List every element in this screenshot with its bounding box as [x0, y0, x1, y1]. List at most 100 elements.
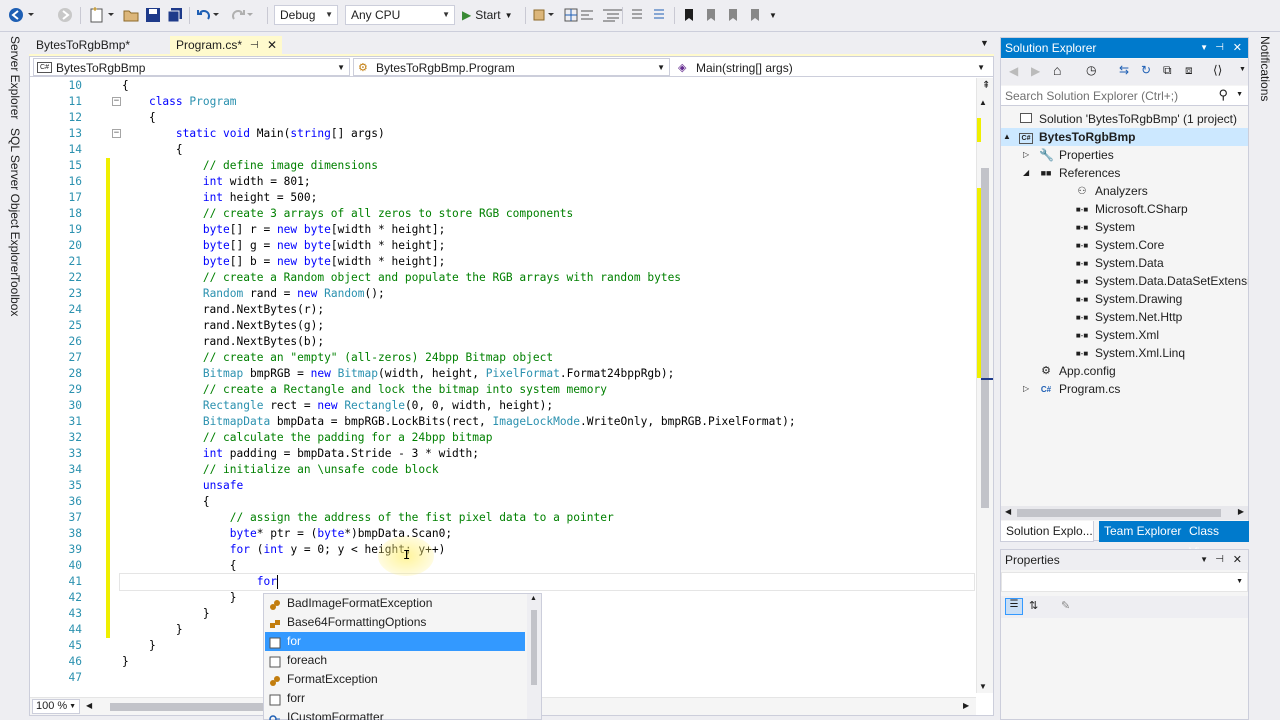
- close-icon[interactable]: ✕: [267, 36, 277, 55]
- start-button[interactable]: ▶ Start ▼: [462, 6, 520, 24]
- tree-item[interactable]: ◢ ■■ References: [1001, 164, 1248, 182]
- collapse-all-icon[interactable]: ⧉: [1163, 63, 1172, 78]
- tab-team-explorer[interactable]: Team Explorer: [1099, 521, 1187, 542]
- code-line[interactable]: 40 {: [30, 558, 976, 574]
- code-line[interactable]: 21 byte[] b = new byte[width * height];: [30, 254, 976, 270]
- prev-bookmark-button[interactable]: [702, 6, 720, 24]
- tree-item[interactable]: ▷ 🔧 Properties: [1001, 146, 1248, 164]
- code-line[interactable]: 35 unsafe: [30, 478, 976, 494]
- code-line[interactable]: 11 − class Program: [30, 94, 976, 110]
- new-project-button[interactable]: [88, 6, 118, 24]
- code-line[interactable]: 36 {: [30, 494, 976, 510]
- tree-item[interactable]: ■-■ System.Data: [1001, 254, 1248, 272]
- search-icon[interactable]: ⚲: [1218, 87, 1228, 103]
- vertical-scrollbar-thumb[interactable]: [981, 168, 989, 508]
- code-line[interactable]: 12 {: [30, 110, 976, 126]
- solution-search-box[interactable]: Search Solution Explorer (Ctrl+;) ⚲ ▼: [1001, 86, 1248, 106]
- code-line[interactable]: 37 // assign the address of the fist pix…: [30, 510, 976, 526]
- code-line[interactable]: 16 int width = 801;: [30, 174, 976, 190]
- completion-scrollbar-thumb[interactable]: [531, 610, 537, 685]
- code-line[interactable]: 29 // create a Rectangle and lock the bi…: [30, 382, 976, 398]
- code-line[interactable]: 13 − static void Main(string[] args): [30, 126, 976, 142]
- tab-class-view[interactable]: Class View: [1184, 521, 1249, 559]
- forward-icon[interactable]: ▶: [1031, 64, 1040, 78]
- history-icon[interactable]: ◷: [1086, 63, 1096, 77]
- code-line[interactable]: 28 Bitmap bmpRGB = new Bitmap(width, hei…: [30, 366, 976, 382]
- tab-list-dropdown[interactable]: ▼: [980, 38, 989, 48]
- tree-item[interactable]: ■-■ System: [1001, 218, 1248, 236]
- code-line[interactable]: 17 int height = 500;: [30, 190, 976, 206]
- redo-button[interactable]: [230, 6, 258, 24]
- open-file-button[interactable]: [122, 6, 140, 24]
- tree-item[interactable]: Solution 'BytesToRgbBmp' (1 project): [1001, 110, 1248, 128]
- collapse-icon[interactable]: ◢: [1023, 164, 1029, 182]
- property-pages-icon[interactable]: ✎: [1061, 599, 1070, 612]
- project-nav-select[interactable]: C# BytesToRgbBmp ▼: [33, 58, 350, 76]
- tree-item[interactable]: ▲ C# BytesToRgbBmp: [1001, 128, 1248, 146]
- back-icon[interactable]: ◀: [1009, 64, 1018, 78]
- overflow-icon[interactable]: ▼: [1239, 66, 1246, 73]
- refresh-icon[interactable]: ↻: [1141, 63, 1151, 77]
- chevron-down-icon[interactable]: ▼: [1200, 38, 1208, 58]
- scroll-right-icon[interactable]: ▶: [963, 701, 969, 710]
- categorized-icon[interactable]: ☰: [1005, 598, 1023, 615]
- tree-item[interactable]: ■-■ Microsoft.CSharp: [1001, 200, 1248, 218]
- scroll-right-icon[interactable]: ▶: [1238, 507, 1244, 516]
- scroll-left-icon[interactable]: ◀: [86, 701, 92, 710]
- doc-tab-program-cs[interactable]: Program.cs* ⊣ ✕: [170, 36, 282, 55]
- code-line[interactable]: 34 // initialize an \unsafe code block: [30, 462, 976, 478]
- code-line[interactable]: 41 for: [69, 573, 975, 591]
- code-line[interactable]: 18 // create 3 arrays of all zeros to st…: [30, 206, 976, 222]
- code-line[interactable]: 23 Random rand = new Random();: [30, 286, 976, 302]
- tree-item[interactable]: ▷ C# Program.cs: [1001, 380, 1248, 398]
- type-nav-select[interactable]: ⚙ BytesToRgbBmp.Program ▼: [353, 58, 670, 76]
- zoom-select[interactable]: 100 % ▼: [32, 699, 80, 714]
- completion-item[interactable]: forr: [265, 689, 525, 708]
- navigate-forward-button[interactable]: [56, 6, 74, 24]
- code-line[interactable]: 33 int padding = bmpData.Stride - 3 * wi…: [30, 446, 976, 462]
- member-nav-select[interactable]: ◈ Main(string[] args) ▼: [673, 58, 990, 76]
- tree-item[interactable]: ■-■ System.Drawing: [1001, 290, 1248, 308]
- vertical-scrollbar[interactable]: ⇞ ▲ ▼: [976, 78, 993, 693]
- next-bookmark-button[interactable]: [724, 6, 742, 24]
- scroll-down-icon[interactable]: ▼: [979, 682, 987, 691]
- code-line[interactable]: 27 // create an "empty" (all-zeros) 24bp…: [30, 350, 976, 366]
- code-line[interactable]: 10 {: [30, 78, 976, 94]
- completion-item[interactable]: ICustomFormatter: [265, 708, 525, 720]
- code-line[interactable]: 30 Rectangle rect = new Rectangle(0, 0, …: [30, 398, 976, 414]
- completion-item[interactable]: BadImageFormatException: [265, 594, 525, 613]
- completion-item[interactable]: FormatException: [265, 670, 525, 689]
- save-all-button[interactable]: [166, 6, 184, 24]
- server-explorer-tab[interactable]: Server Explorer: [8, 36, 22, 119]
- code-line[interactable]: 22 // create a Random object and populat…: [30, 270, 976, 286]
- completion-item[interactable]: for: [265, 632, 525, 651]
- toolbar-overflow-button[interactable]: ▼: [768, 6, 778, 24]
- pin-icon[interactable]: ⊣: [1215, 550, 1224, 570]
- notifications-tab[interactable]: Notifications: [1258, 36, 1272, 101]
- save-button[interactable]: [144, 6, 162, 24]
- undo-button[interactable]: [196, 6, 224, 24]
- pin-icon[interactable]: ⊣: [250, 36, 259, 55]
- code-view-icon[interactable]: ⟨⟩: [1213, 63, 1222, 77]
- chevron-down-icon[interactable]: ▼: [1200, 550, 1208, 570]
- pin-icon[interactable]: ⊣: [1215, 38, 1224, 58]
- code-line[interactable]: 26 rand.NextBytes(b);: [30, 334, 976, 350]
- code-line[interactable]: 24 rand.NextBytes(r);: [30, 302, 976, 318]
- outdent-button[interactable]: [608, 6, 626, 24]
- tree-item[interactable]: ⚙ App.config: [1001, 362, 1248, 380]
- sync-icon[interactable]: ⇆: [1119, 63, 1129, 77]
- scroll-up-icon[interactable]: ▲: [979, 98, 987, 107]
- tree-item[interactable]: ⚇ Analyzers: [1001, 182, 1248, 200]
- tree-item[interactable]: ■-■ System.Net.Http: [1001, 308, 1248, 326]
- code-line[interactable]: 32 // calculate the padding for a 24bpp …: [30, 430, 976, 446]
- tree-item[interactable]: ■-■ System.Xml.Linq: [1001, 344, 1248, 362]
- collapse-icon[interactable]: −: [112, 129, 121, 138]
- clear-bookmarks-button[interactable]: [746, 6, 764, 24]
- code-line[interactable]: 14 {: [30, 142, 976, 158]
- code-line[interactable]: 31 BitmapData bmpData = bmpRGB.LockBits(…: [30, 414, 976, 430]
- doc-tab-bytestorgbbmp[interactable]: BytesToRgbBmp*: [30, 36, 170, 55]
- code-line[interactable]: 20 byte[] g = new byte[width * height];: [30, 238, 976, 254]
- show-all-files-icon[interactable]: ⧈: [1185, 63, 1193, 78]
- collapse-icon[interactable]: ▲: [1003, 128, 1011, 146]
- completion-item[interactable]: foreach: [265, 651, 525, 670]
